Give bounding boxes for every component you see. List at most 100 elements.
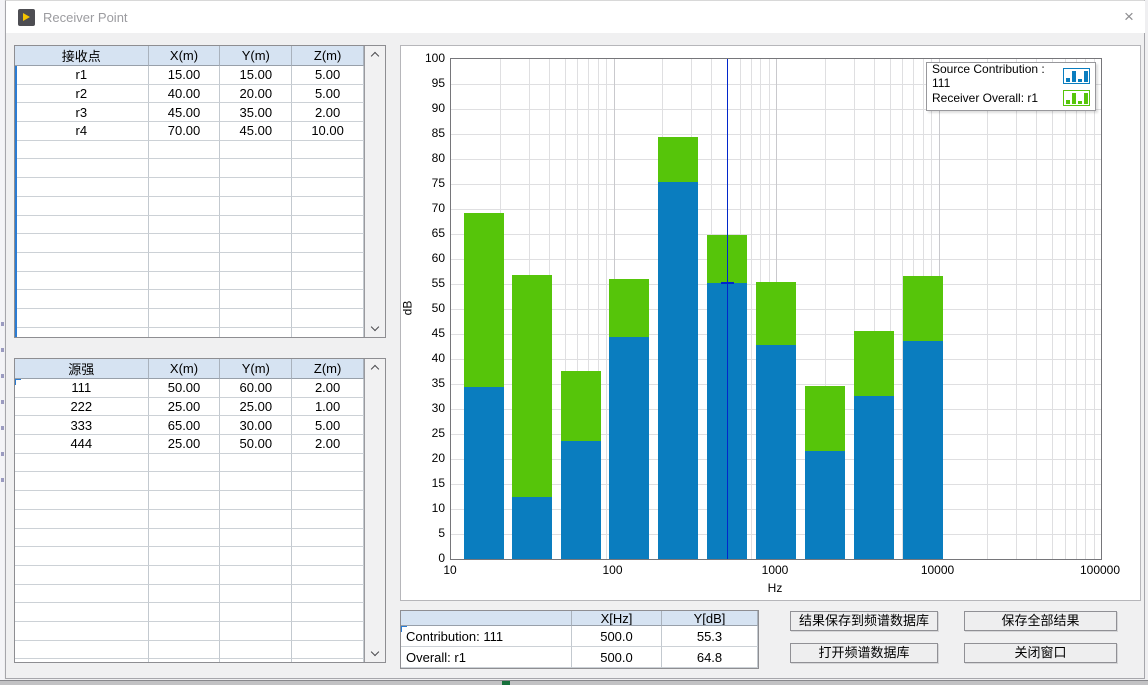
- table-row-empty: [15, 566, 364, 585]
- cell[interactable]: 45.00: [220, 122, 292, 141]
- cell[interactable]: 25.00: [149, 398, 221, 417]
- table-row[interactable]: r345.0035.002.00: [15, 103, 364, 122]
- cell[interactable]: 50.00: [149, 379, 221, 398]
- table-row[interactable]: r240.0020.005.00: [15, 85, 364, 104]
- graph-cursor[interactable]: [727, 59, 728, 559]
- cell: [149, 472, 221, 491]
- table-row-empty: [15, 603, 364, 622]
- scroll-up-icon[interactable]: [371, 51, 380, 58]
- source-table: 源强X(m)Y(m)Z(m)11150.0060.002.0022225.002…: [14, 358, 386, 663]
- cell: [149, 141, 221, 160]
- gridline-v: [1016, 59, 1017, 559]
- open-spectrum-db-button[interactable]: 打开频谱数据库: [790, 643, 938, 663]
- cell: [149, 529, 221, 548]
- table-row[interactable]: r470.0045.0010.00: [15, 122, 364, 141]
- legend-label: Receiver Overall: r1: [932, 91, 1038, 105]
- table-row[interactable]: 22225.0025.001.00: [15, 398, 364, 417]
- scroll-down-icon[interactable]: [371, 650, 380, 657]
- cell: Overall: r1: [401, 647, 572, 668]
- gridline-v: [1036, 59, 1037, 559]
- cell: [220, 585, 292, 604]
- table-row[interactable]: r115.0015.005.00: [15, 66, 364, 85]
- cell[interactable]: 40.00: [149, 85, 221, 104]
- cell[interactable]: 1.00: [292, 398, 364, 417]
- table-row-empty: [15, 491, 364, 510]
- source-table-scrollbar[interactable]: [364, 359, 385, 662]
- cell: [292, 585, 364, 604]
- table-row-empty: [15, 454, 364, 473]
- cell: [220, 603, 292, 622]
- cell: [15, 622, 149, 641]
- scroll-up-icon[interactable]: [371, 364, 380, 371]
- cell[interactable]: 5.00: [292, 66, 364, 85]
- cell[interactable]: 2.00: [292, 379, 364, 398]
- graph-cursor-crosshair[interactable]: [721, 282, 734, 284]
- cell: [149, 547, 221, 566]
- cell[interactable]: 333: [15, 416, 149, 435]
- cell: [292, 566, 364, 585]
- save-to-spectrum-db-button[interactable]: 结果保存到频谱数据库: [790, 611, 938, 631]
- cell: [292, 272, 364, 291]
- bar-contribution-2000hz: [805, 451, 845, 560]
- legend-item-overall[interactable]: Receiver Overall: r1: [932, 88, 1090, 107]
- cell[interactable]: 30.00: [220, 416, 292, 435]
- y-tick-label: 65: [404, 227, 445, 240]
- column-header: X[Hz]: [572, 611, 662, 626]
- bar-contribution-4000hz: [854, 396, 894, 560]
- table-row[interactable]: 44425.0050.002.00: [15, 435, 364, 454]
- cell[interactable]: r3: [15, 103, 149, 122]
- cell: [15, 641, 149, 660]
- cell[interactable]: 35.00: [220, 103, 292, 122]
- cell[interactable]: 25.00: [220, 398, 292, 417]
- cell[interactable]: 444: [15, 435, 149, 454]
- cell[interactable]: 15.00: [220, 66, 292, 85]
- plot-area[interactable]: [450, 58, 1102, 560]
- y-tick-label: 5: [404, 527, 445, 540]
- cell[interactable]: 70.00: [149, 122, 221, 141]
- cell[interactable]: 111: [15, 379, 149, 398]
- x-tick-label: 10: [443, 563, 456, 577]
- y-tick-label: 35: [404, 377, 445, 390]
- cell: [220, 234, 292, 253]
- cell[interactable]: r4: [15, 122, 149, 141]
- close-window-button[interactable]: 关闭窗口: [964, 643, 1117, 663]
- table-row-empty: [15, 641, 364, 660]
- cell[interactable]: 2.00: [292, 435, 364, 454]
- cell[interactable]: 65.00: [149, 416, 221, 435]
- cell[interactable]: 25.00: [149, 435, 221, 454]
- cell[interactable]: 5.00: [292, 85, 364, 104]
- save-all-results-button[interactable]: 保存全部结果: [964, 611, 1117, 631]
- cell: [220, 197, 292, 216]
- receiver-table-scrollbar[interactable]: [364, 46, 385, 337]
- cell[interactable]: 2.00: [292, 103, 364, 122]
- bar-contribution-8000hz: [903, 341, 943, 560]
- cell[interactable]: 5.00: [292, 416, 364, 435]
- cell: [220, 491, 292, 510]
- cell[interactable]: 50.00: [220, 435, 292, 454]
- cell[interactable]: 60.00: [220, 379, 292, 398]
- bar-plot-icon[interactable]: [1063, 90, 1090, 106]
- cell[interactable]: r2: [15, 85, 149, 104]
- cell[interactable]: 10.00: [292, 122, 364, 141]
- table-row[interactable]: 33365.0030.005.00: [15, 416, 364, 435]
- cell: [149, 566, 221, 585]
- cell: 500.0: [572, 647, 662, 668]
- close-icon[interactable]: ×: [1114, 5, 1144, 29]
- bar-contribution-31.5hz: [512, 497, 552, 560]
- bar-plot-icon[interactable]: [1063, 68, 1090, 84]
- cell[interactable]: 20.00: [220, 85, 292, 104]
- cell: [292, 454, 364, 473]
- title-bar: Receiver Point ×: [6, 1, 1145, 33]
- gridline-v: [987, 59, 988, 559]
- cell[interactable]: 15.00: [149, 66, 221, 85]
- cell[interactable]: 222: [15, 398, 149, 417]
- cell: [149, 454, 221, 473]
- screen: Receiver Point × 接收点X(m)Y(m)Z(m)r115.001…: [0, 0, 1148, 685]
- cell[interactable]: 45.00: [149, 103, 221, 122]
- table-row[interactable]: 11150.0060.002.00: [15, 379, 364, 398]
- cell: [220, 510, 292, 529]
- cell: [220, 622, 292, 641]
- cell[interactable]: r1: [15, 66, 149, 85]
- scroll-down-icon[interactable]: [371, 325, 380, 332]
- legend-item-contribution[interactable]: Source Contribution : 111: [932, 66, 1090, 85]
